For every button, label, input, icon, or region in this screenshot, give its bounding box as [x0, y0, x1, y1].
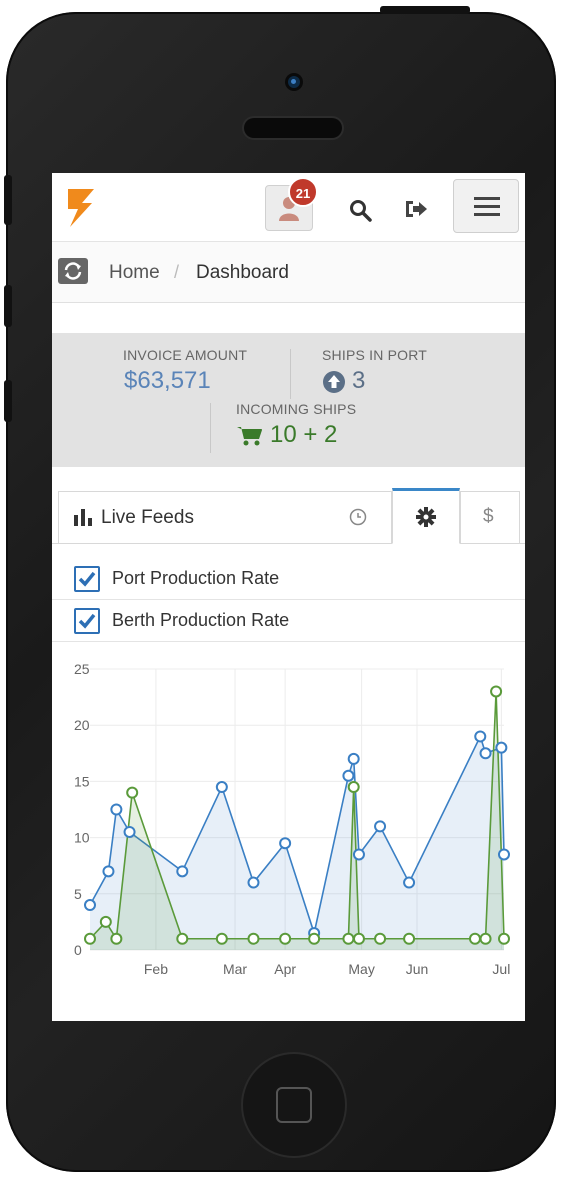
breadcrumb-current: Dashboard [196, 262, 289, 283]
data-point [102, 865, 115, 878]
y-tick-label: 15 [74, 773, 90, 789]
breadcrumb-home[interactable]: Home [109, 262, 160, 284]
y-tick-label: 5 [74, 886, 82, 902]
data-point [279, 837, 292, 850]
data-point [403, 876, 416, 889]
port-production-label: Port Production Rate [112, 568, 280, 588]
data-point [498, 932, 510, 945]
data-point [110, 803, 123, 816]
clock-icon[interactable] [349, 508, 367, 526]
data-point [247, 876, 260, 889]
dollar-icon: $ [483, 506, 494, 527]
breadcrumb: Home / Dashboard [52, 242, 525, 303]
tab-live-feeds[interactable]: Live Feeds [58, 491, 392, 543]
data-point [215, 781, 228, 794]
notification-badge: 21 [288, 177, 318, 207]
breadcrumb-separator: / [174, 262, 180, 282]
x-tick-label: Feb [144, 961, 168, 977]
tab-dollar[interactable]: $ [460, 491, 520, 543]
y-tick-label: 25 [74, 661, 90, 677]
y-tick-label: 0 [74, 942, 82, 958]
volume-down-button [4, 380, 12, 422]
invoice-amount-label: INVOICE AMOUNT [123, 347, 248, 363]
incoming-ships-label: INCOMING SHIPS [236, 401, 357, 417]
search-icon[interactable] [348, 198, 372, 222]
checkmark-icon [78, 571, 96, 587]
x-tick-label: Mar [223, 961, 247, 977]
data-point [352, 848, 365, 861]
data-point [374, 820, 387, 833]
stats-panel: INVOICE AMOUNT $63,571 SHIPS IN PORT 3 I… [52, 333, 525, 467]
data-point [403, 932, 416, 945]
data-point [308, 932, 321, 945]
data-point [347, 781, 360, 794]
gear-icon [416, 507, 436, 527]
shopping-cart-icon [237, 427, 262, 446]
data-point [176, 865, 189, 878]
data-point [352, 932, 365, 945]
line-chart: 0 5 10 15 20 25 Feb Mar Apr May Jun Jul [74, 661, 510, 977]
data-point [215, 932, 228, 945]
legend-port-production[interactable]: Port Production Rate [52, 559, 525, 600]
data-point [84, 899, 96, 912]
checkmark-icon [78, 613, 96, 629]
feed-tabs: Live Feeds $ [52, 488, 525, 544]
data-point [279, 932, 292, 945]
camera-icon [288, 76, 300, 88]
y-tick-label: 20 [74, 717, 90, 733]
data-point [490, 685, 503, 698]
x-tick-label: Jul [492, 961, 510, 977]
volume-up-button [4, 285, 12, 327]
data-point [126, 786, 139, 799]
refresh-icon[interactable] [58, 258, 88, 284]
data-point [474, 730, 487, 743]
production-rate-chart: 0 5 10 15 20 25 Feb Mar Apr May Jun Jul [52, 643, 525, 1021]
data-point [498, 848, 510, 861]
brand-logo[interactable] [66, 187, 96, 229]
stats-divider [210, 403, 211, 453]
power-button [380, 6, 470, 14]
data-point [479, 747, 492, 760]
data-point [123, 825, 136, 838]
data-point [468, 932, 481, 945]
data-point [110, 932, 123, 945]
tab-live-feeds-label: Live Feeds [101, 507, 194, 528]
data-point [176, 932, 189, 945]
port-production-checkbox[interactable] [74, 566, 100, 592]
x-tick-label: Jun [406, 961, 429, 977]
ships-in-port-value: 3 [352, 367, 366, 394]
incoming-ships-value: 10 + 2 [270, 421, 338, 448]
ships-in-port-label: SHIPS IN PORT [322, 347, 428, 363]
app-screen: 21 Home / Dashboard INVOICE AMOUNT $63,5… [52, 173, 525, 1021]
bar-chart-icon [74, 509, 92, 526]
data-point [374, 932, 387, 945]
y-tick-label: 10 [74, 830, 90, 846]
mute-switch [4, 175, 12, 225]
data-point [495, 741, 508, 754]
x-tick-label: Apr [274, 961, 296, 977]
berth-production-label: Berth Production Rate [112, 610, 290, 630]
data-point [99, 915, 112, 928]
data-point [84, 932, 96, 945]
legend-berth-production[interactable]: Berth Production Rate [52, 601, 525, 642]
data-point [479, 932, 492, 945]
data-point [247, 932, 260, 945]
data-point [342, 932, 355, 945]
top-navbar: 21 [52, 173, 525, 242]
data-point [342, 769, 355, 782]
berth-production-checkbox[interactable] [74, 608, 100, 634]
x-tick-label: May [348, 961, 374, 977]
stats-divider [290, 349, 291, 399]
data-point [347, 752, 360, 765]
speaker-grille [244, 118, 342, 138]
invoice-amount-value: $63,571 [124, 367, 211, 394]
arrow-up-circle-icon [323, 371, 345, 393]
hamburger-menu-button[interactable] [453, 179, 519, 233]
tab-settings[interactable] [392, 488, 460, 544]
home-button[interactable] [243, 1054, 345, 1156]
logout-icon[interactable] [403, 197, 429, 221]
